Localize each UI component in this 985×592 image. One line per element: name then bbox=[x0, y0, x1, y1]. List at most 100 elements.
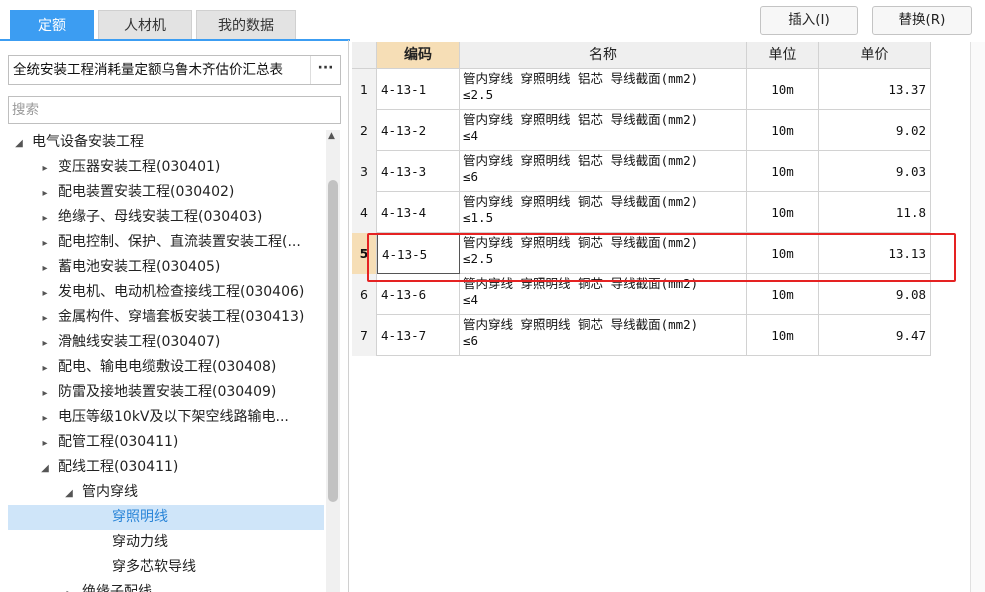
search-input[interactable] bbox=[9, 97, 340, 123]
code-cell[interactable]: 4-13-1 bbox=[377, 69, 460, 110]
code-cell[interactable]: 4-13-5 bbox=[377, 233, 460, 274]
table-row[interactable]: 4 4-13-4 管内穿线 穿照明线 铜芯 导线截面(mm2) ≤1.5 10m 11.… bbox=[352, 192, 931, 233]
expand-arrow-icon[interactable]: ▸ bbox=[38, 206, 52, 230]
tree-node[interactable]: ▸ 变压器安装工程(030401) bbox=[8, 155, 324, 180]
tab-quota[interactable]: 定额 bbox=[10, 10, 94, 40]
tree-node-label: 防雷及接地装置安装工程(030409) bbox=[58, 384, 277, 400]
unit-cell[interactable]: 10m bbox=[747, 315, 819, 356]
expand-arrow-icon[interactable]: ▸ bbox=[38, 431, 52, 455]
panel-splitter[interactable] bbox=[348, 40, 349, 592]
tree-node[interactable]: ▸ 防雷及接地装置安装工程(030409) bbox=[8, 380, 324, 405]
tree-scrollbar[interactable]: ▲ bbox=[326, 130, 340, 592]
row-index[interactable]: 3 bbox=[352, 151, 377, 192]
header-index bbox=[352, 42, 377, 69]
row-index[interactable]: 6 bbox=[352, 274, 377, 315]
price-cell[interactable]: 9.08 bbox=[819, 274, 931, 315]
tree-node-label: 穿动力线 bbox=[112, 534, 168, 550]
table-row[interactable]: 6 4-13-6 管内穿线 穿照明线 铜芯 导线截面(mm2) ≤4 10m 9.08 bbox=[352, 274, 931, 315]
scrollbar-thumb[interactable] bbox=[328, 180, 338, 502]
expand-arrow-icon[interactable]: ▸ bbox=[38, 181, 52, 205]
expand-arrow-icon[interactable]: ▸ bbox=[38, 406, 52, 430]
tree-node[interactable]: ▸ 配电装置安装工程(030402) bbox=[8, 180, 324, 205]
scroll-up-icon[interactable]: ▲ bbox=[328, 131, 335, 141]
row-index[interactable]: 7 bbox=[352, 315, 377, 356]
insert-button[interactable]: 插入(I) bbox=[760, 6, 858, 35]
tree-node[interactable]: 穿动力线 bbox=[8, 530, 324, 555]
unit-cell[interactable]: 10m bbox=[747, 110, 819, 151]
more-icon[interactable]: ··· bbox=[310, 56, 340, 84]
code-cell[interactable]: 4-13-6 bbox=[377, 274, 460, 315]
collapse-arrow-icon[interactable]: ◢ bbox=[62, 481, 76, 505]
tab-labor-material-machine[interactable]: 人材机 bbox=[98, 10, 192, 40]
code-cell[interactable]: 4-13-2 bbox=[377, 110, 460, 151]
tree-node[interactable]: 穿多芯软导线 bbox=[8, 555, 324, 580]
row-index[interactable]: 1 bbox=[352, 69, 377, 110]
expand-arrow-icon[interactable]: ▸ bbox=[38, 306, 52, 330]
code-cell[interactable]: 4-13-7 bbox=[377, 315, 460, 356]
table-row[interactable]: 1 4-13-1 管内穿线 穿照明线 铝芯 导线截面(mm2) ≤2.5 10m 13.… bbox=[352, 69, 931, 110]
name-cell[interactable]: 管内穿线 穿照明线 铜芯 导线截面(mm2) ≤1.5 bbox=[460, 192, 747, 233]
unit-cell[interactable]: 10m bbox=[747, 69, 819, 110]
expand-arrow-icon[interactable]: ▸ bbox=[62, 581, 76, 592]
expand-arrow-icon[interactable]: ▸ bbox=[38, 281, 52, 305]
tree-node[interactable]: ▸ 金属构件、穿墙套板安装工程(030413) bbox=[8, 305, 324, 330]
table-row[interactable]: 3 4-13-3 管内穿线 穿照明线 铝芯 导线截面(mm2) ≤6 10m 9.03 bbox=[352, 151, 931, 192]
price-cell[interactable]: 13.37 bbox=[819, 69, 931, 110]
name-cell[interactable]: 管内穿线 穿照明线 铝芯 导线截面(mm2) ≤2.5 bbox=[460, 69, 747, 110]
expand-arrow-icon[interactable]: ▸ bbox=[38, 331, 52, 355]
row-index[interactable]: 2 bbox=[352, 110, 377, 151]
row-index[interactable]: 4 bbox=[352, 192, 377, 233]
tree-node[interactable]: ▸ 配管工程(030411) bbox=[8, 430, 324, 455]
tree-node[interactable]: ◢ 配线工程(030411) bbox=[8, 455, 324, 480]
tree-node-label: 配电、输电电缆敷设工程(030408) bbox=[58, 359, 277, 375]
tree-node[interactable]: ◢ 电气设备安装工程 bbox=[8, 130, 324, 155]
tree-node[interactable]: ▸ 绝缘子、母线安装工程(030403) bbox=[8, 205, 324, 230]
price-cell[interactable]: 9.47 bbox=[819, 315, 931, 356]
header-price[interactable]: 单价 bbox=[819, 42, 931, 69]
tree-node[interactable]: 穿照明线 bbox=[8, 505, 324, 530]
library-name: 全统安装工程消耗量定额乌鲁木齐估价汇总表 bbox=[13, 62, 283, 78]
header-name[interactable]: 名称 bbox=[460, 42, 747, 69]
expand-arrow-icon[interactable]: ▸ bbox=[38, 156, 52, 180]
expand-arrow-icon[interactable]: ▸ bbox=[38, 381, 52, 405]
header-unit[interactable]: 单位 bbox=[747, 42, 819, 69]
name-cell[interactable]: 管内穿线 穿照明线 铝芯 导线截面(mm2) ≤4 bbox=[460, 110, 747, 151]
price-cell[interactable]: 11.8 bbox=[819, 192, 931, 233]
tree-node[interactable]: ▸ 蓄电池安装工程(030405) bbox=[8, 255, 324, 280]
tab-my-data[interactable]: 我的数据 bbox=[196, 10, 296, 40]
unit-cell[interactable]: 10m bbox=[747, 274, 819, 315]
code-cell[interactable]: 4-13-4 bbox=[377, 192, 460, 233]
price-cell[interactable]: 13.13 bbox=[819, 233, 931, 274]
table-row[interactable]: 5 4-13-5 管内穿线 穿照明线 铜芯 导线截面(mm2) ≤2.5 10m 13.… bbox=[352, 233, 931, 274]
search-box bbox=[8, 96, 341, 124]
row-index[interactable]: 5 bbox=[352, 233, 377, 274]
tree-node[interactable]: ◢ 管内穿线 bbox=[8, 480, 324, 505]
tree-node[interactable]: ▸ 电压等级10kV及以下架空线路输电... bbox=[8, 405, 324, 430]
code-cell[interactable]: 4-13-3 bbox=[377, 151, 460, 192]
expand-arrow-icon[interactable]: ▸ bbox=[38, 231, 52, 255]
tree-node[interactable]: ▸ 发电机、电动机检查接线工程(030406) bbox=[8, 280, 324, 305]
price-cell[interactable]: 9.03 bbox=[819, 151, 931, 192]
name-cell[interactable]: 管内穿线 穿照明线 铝芯 导线截面(mm2) ≤6 bbox=[460, 151, 747, 192]
tree-node[interactable]: ▸ 配电、输电电缆敷设工程(030408) bbox=[8, 355, 324, 380]
collapse-arrow-icon[interactable]: ◢ bbox=[12, 131, 26, 155]
replace-button[interactable]: 替换(R) bbox=[872, 6, 972, 35]
price-cell[interactable]: 9.02 bbox=[819, 110, 931, 151]
unit-cell[interactable]: 10m bbox=[747, 192, 819, 233]
grid-scrollbar[interactable] bbox=[970, 42, 985, 592]
tree-node[interactable]: ▸ 绝缘子配线 bbox=[8, 580, 324, 592]
table-row[interactable]: 2 4-13-2 管内穿线 穿照明线 铝芯 导线截面(mm2) ≤4 10m 9.02 bbox=[352, 110, 931, 151]
tree-node[interactable]: ▸ 配电控制、保护、直流装置安装工程(... bbox=[8, 230, 324, 255]
unit-cell[interactable]: 10m bbox=[747, 151, 819, 192]
expand-arrow-icon[interactable]: ▸ bbox=[38, 356, 52, 380]
tree-node[interactable]: ▸ 滑触线安装工程(030407) bbox=[8, 330, 324, 355]
name-cell[interactable]: 管内穿线 穿照明线 铜芯 导线截面(mm2) ≤2.5 bbox=[460, 233, 747, 274]
header-code[interactable]: 编码 bbox=[377, 42, 460, 69]
name-cell[interactable]: 管内穿线 穿照明线 铜芯 导线截面(mm2) ≤4 bbox=[460, 274, 747, 315]
name-cell[interactable]: 管内穿线 穿照明线 铜芯 导线截面(mm2) ≤6 bbox=[460, 315, 747, 356]
table-row[interactable]: 7 4-13-7 管内穿线 穿照明线 铜芯 导线截面(mm2) ≤6 10m 9.47 bbox=[352, 315, 931, 356]
collapse-arrow-icon[interactable]: ◢ bbox=[38, 456, 52, 480]
library-selector[interactable]: 全统安装工程消耗量定额乌鲁木齐估价汇总表 ··· bbox=[8, 55, 341, 85]
expand-arrow-icon[interactable]: ▸ bbox=[38, 256, 52, 280]
unit-cell[interactable]: 10m bbox=[747, 233, 819, 274]
